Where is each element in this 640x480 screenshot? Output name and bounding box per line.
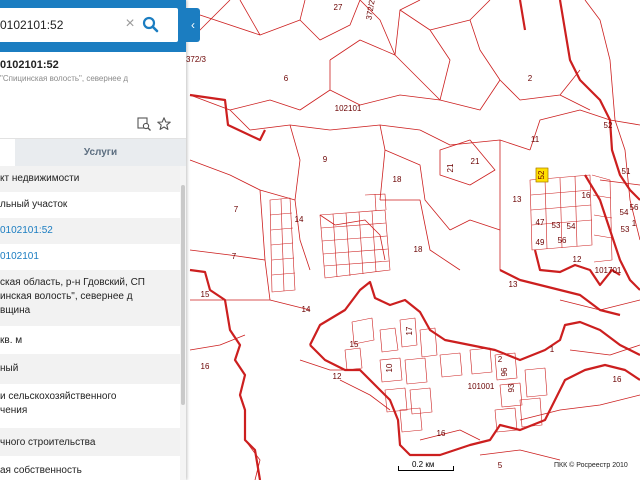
plot-label: 21 [470,157,480,166]
plot-label: 18 [413,245,423,254]
plot-label: 47 [535,218,545,227]
attribute-row: льный участок [0,192,180,218]
cadastral-number-link[interactable]: 0102101:52 [0,224,53,238]
object-actions [136,116,176,132]
close-icon[interactable]: × [122,14,138,34]
info-panel: 0102101:52 × 0102101:52 "Спицинская воло… [0,0,186,480]
attribute-row: чного строительства [0,428,180,456]
plot-label: 2 [527,74,533,83]
scale-bar: 0.2 км [398,460,458,474]
plot-label: 16 [436,429,446,438]
plot-label: 27 [333,3,343,12]
plot-label: 14 [294,215,304,224]
scrollbar-thumb[interactable] [181,185,185,405]
panel-tabs: Услуги [0,138,186,166]
plot-label: 11 [530,135,540,144]
plot-label: 56 [557,236,567,245]
plot-label: 10 [385,363,394,373]
address-line: инская волость", севернее д [0,291,133,302]
plot-label: 53 [551,221,561,230]
star-icon[interactable] [156,116,172,132]
plot-label: 12 [332,372,342,381]
address-line: ская область, р-н Гдовский, СП [0,277,145,288]
attribute-row: ская область, р-н Гдовский, СП инская во… [0,270,180,326]
address-line: вщина [0,305,31,316]
quarter-number-link[interactable]: 0102101 [0,250,39,264]
search-box[interactable]: 0102101:52 × [0,8,178,42]
attribute-text: кт недвижимости [0,173,80,184]
chevron-left-icon[interactable]: ‹ [186,8,200,42]
search-icon[interactable] [140,14,162,36]
plot-label: 16 [581,191,591,200]
search-input[interactable]: 0102101:52 [0,18,63,32]
scale-tick [398,466,399,471]
plot-label: 1 [631,219,637,228]
attribute-row: кт недвижимости [0,166,180,192]
plot-label: 17 [405,326,414,336]
plot-label: 52 [603,121,613,130]
selected-plot-label[interactable]: 52 [537,171,546,180]
attribute-row: и сельскохозяйственного чения [0,384,180,428]
plot-label: 96 [500,367,509,377]
quarter-label: 101001 [467,382,495,391]
plot-label: 16 [200,362,210,371]
map-attribution: ПКК © Росреестр 2010 [554,462,628,469]
plot-label: 2 [497,355,503,364]
object-address: "Спицинская волость", севернее д [0,74,129,83]
plot-label: 14 [301,305,311,314]
scale-tick [453,466,454,471]
attribute-row: 0102101 [0,244,180,270]
plot-label: 9 [322,155,328,164]
plot-label: 53 [620,225,630,234]
plot-label: 21 [446,163,455,173]
plot-label: 372/3 [185,55,207,64]
attribute-row: 0102101:52 [0,218,180,244]
plot-label: 12 [572,255,582,264]
attribute-text: кв. м [0,335,23,346]
object-title: 0102101:52 [0,59,59,71]
scale-line [398,470,454,471]
scale-label: 0.2 км [412,460,435,469]
plot-label: 7 [233,205,239,214]
quarter-label: 101701 [594,266,622,275]
plot-label: 7 [231,252,237,261]
plot-label: 15 [349,340,359,349]
plot-label: 13 [512,195,522,204]
plot-label: 18 [392,175,402,184]
plot-label: 56 [629,203,639,212]
plot-label: 16 [612,375,622,384]
quarter-label: 102101 [334,104,362,113]
search-bar: 0102101:52 × [0,0,186,52]
plot-label: 93 [507,383,516,393]
attribute-text: и сельскохозяйственного [0,391,117,402]
attribute-row: кв. м [0,326,180,354]
attribute-text: ный [0,363,19,374]
attribute-row: ный [0,354,180,384]
plot-label: 49 [535,238,545,247]
plot-label: 54 [566,222,576,231]
attribute-text: ая собственность [0,465,82,476]
attribute-text: чения [0,405,28,416]
attribute-text: чного строительства [0,437,96,448]
map-search-icon[interactable] [136,116,152,132]
plot-label: 13 [508,280,518,289]
plot-label: 6 [283,74,289,83]
attribute-row: ая собственность [0,456,180,480]
plot-label: 1 [549,345,555,354]
attribute-text: льный участок [0,199,68,210]
plot-label: 54 [619,208,629,217]
tab-services[interactable]: Услуги [15,139,186,166]
tab-info[interactable] [0,139,15,166]
plot-label: 51 [621,167,631,176]
plot-label: 15 [200,290,210,299]
plot-label: 5 [497,461,503,470]
